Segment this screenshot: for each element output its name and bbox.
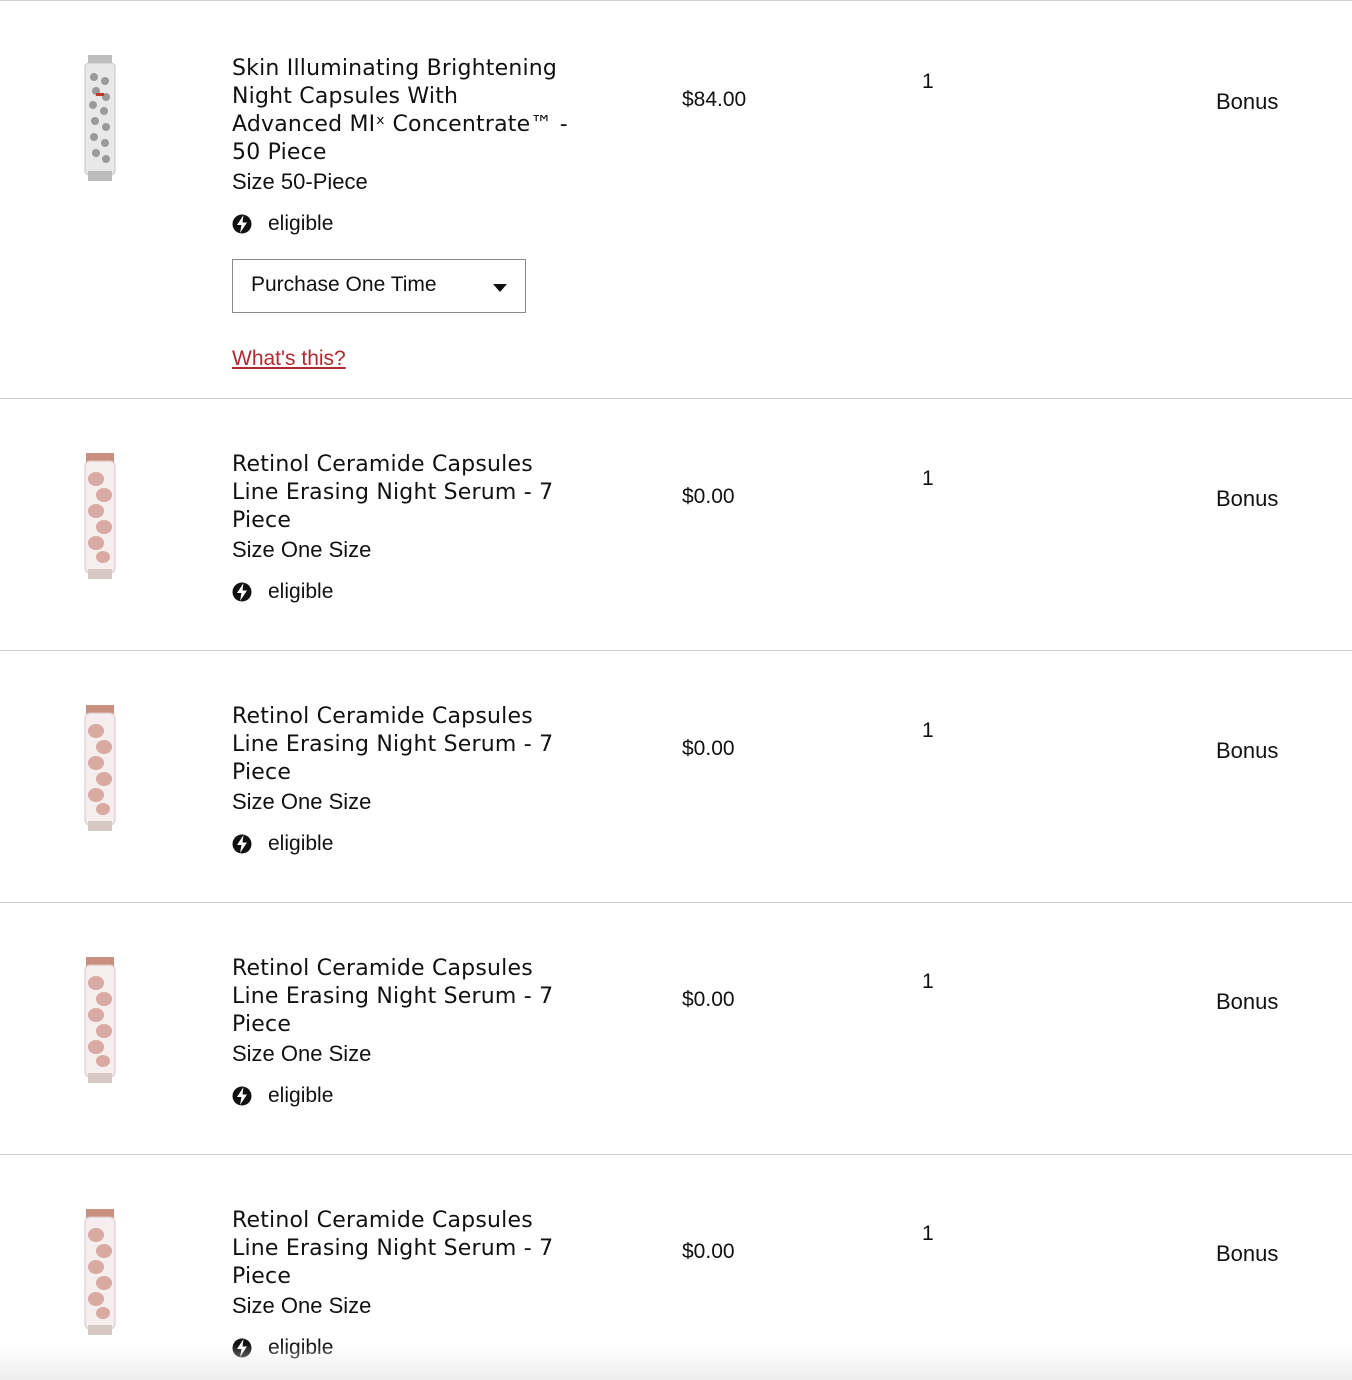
whats-this-link[interactable]: What's this? xyxy=(232,347,346,371)
eligible-label: eligible xyxy=(268,1084,334,1107)
autoship-bolt-icon xyxy=(232,1336,252,1360)
eligible-badge: eligible xyxy=(232,831,632,857)
eligible-label: eligible xyxy=(268,832,334,855)
eligible-label: eligible xyxy=(268,1336,334,1359)
eligible-badge: eligible xyxy=(232,1083,632,1109)
cart-item-row: Skin Illuminating Brightening Night Caps… xyxy=(0,1,1352,399)
purchase-option-select[interactable]: Purchase One Time xyxy=(232,259,526,313)
item-bonus-label: Bonus xyxy=(1216,486,1279,511)
product-name[interactable]: Retinol Ceramide Capsules Line Erasing N… xyxy=(232,1207,632,1291)
product-name-line: Retinol Ceramide Capsules xyxy=(232,956,533,981)
item-quantity[interactable]: 1 xyxy=(922,467,934,491)
item-bonus-label: Bonus xyxy=(1216,1241,1279,1266)
cart-item-row: Retinol Ceramide Capsules Line Erasing N… xyxy=(0,399,1352,651)
autoship-bolt-icon xyxy=(232,212,252,236)
item-bonus-label: Bonus xyxy=(1216,738,1279,763)
product-size: Size One Size xyxy=(232,1293,372,1318)
product-name-line: Line Erasing Night Serum - 7 xyxy=(232,480,554,505)
eligible-label: eligible xyxy=(268,580,334,603)
autoship-bolt-icon xyxy=(232,832,252,856)
product-name[interactable]: Retinol Ceramide Capsules Line Erasing N… xyxy=(232,955,632,1039)
product-name-line: Retinol Ceramide Capsules xyxy=(232,1208,533,1233)
product-thumbnail[interactable] xyxy=(76,53,124,187)
product-name-line: Advanced MIˣ Concentrate™ - xyxy=(232,112,568,137)
product-name[interactable]: Retinol Ceramide Capsules Line Erasing N… xyxy=(232,703,632,787)
product-details: Retinol Ceramide Capsules Line Erasing N… xyxy=(232,1207,632,1361)
product-size: Size One Size xyxy=(232,789,372,814)
product-thumbnail[interactable] xyxy=(76,703,124,837)
product-name-line: Line Erasing Night Serum - 7 xyxy=(232,732,554,757)
item-bonus-label: Bonus xyxy=(1216,89,1279,114)
eligible-badge: eligible xyxy=(232,211,632,237)
item-quantity[interactable]: 1 xyxy=(922,719,934,743)
product-details: Skin Illuminating Brightening Night Caps… xyxy=(232,55,632,371)
eligible-badge: eligible xyxy=(232,579,632,605)
item-bonus-label: Bonus xyxy=(1216,989,1279,1014)
product-name-line: 50 Piece xyxy=(232,140,327,165)
cart-item-row: Retinol Ceramide Capsules Line Erasing N… xyxy=(0,1155,1352,1380)
cart-item-row: Retinol Ceramide Capsules Line Erasing N… xyxy=(0,651,1352,903)
product-thumbnail[interactable] xyxy=(76,1207,124,1341)
item-price: $84.00 xyxy=(682,88,747,111)
product-thumbnail[interactable] xyxy=(76,451,124,585)
product-name-line: Skin Illuminating Brightening xyxy=(232,56,558,81)
product-details: Retinol Ceramide Capsules Line Erasing N… xyxy=(232,703,632,857)
product-name-line: Line Erasing Night Serum - 7 xyxy=(232,1236,554,1261)
product-name-line: Retinol Ceramide Capsules xyxy=(232,704,533,729)
item-price: $0.00 xyxy=(682,485,735,508)
product-details: Retinol Ceramide Capsules Line Erasing N… xyxy=(232,451,632,605)
product-name-line: Piece xyxy=(232,1264,292,1289)
product-size: Size One Size xyxy=(232,1041,372,1066)
product-name-line: Piece xyxy=(232,760,292,785)
item-quantity[interactable]: 1 xyxy=(922,70,934,94)
product-name-line: Piece xyxy=(232,1012,292,1037)
item-quantity[interactable]: 1 xyxy=(922,1222,934,1246)
product-name-line: Retinol Ceramide Capsules xyxy=(232,452,533,477)
item-quantity[interactable]: 1 xyxy=(922,970,934,994)
product-name-line: Piece xyxy=(232,508,292,533)
cart-item-row: Retinol Ceramide Capsules Line Erasing N… xyxy=(0,903,1352,1155)
product-name-line: Line Erasing Night Serum - 7 xyxy=(232,984,554,1009)
product-size: Size One Size xyxy=(232,537,372,562)
product-name[interactable]: Skin Illuminating Brightening Night Caps… xyxy=(232,55,632,167)
item-price: $0.00 xyxy=(682,1240,735,1263)
autoship-bolt-icon xyxy=(232,1084,252,1108)
item-price: $0.00 xyxy=(682,737,735,760)
purchase-option-value: Purchase One Time xyxy=(251,273,437,296)
eligible-label: eligible xyxy=(268,212,334,235)
eligible-badge: eligible xyxy=(232,1335,632,1361)
product-size: Size 50-Piece xyxy=(232,169,368,194)
product-thumbnail[interactable] xyxy=(76,955,124,1089)
item-price: $0.00 xyxy=(682,988,735,1011)
chevron-down-icon xyxy=(493,284,507,292)
cart-item-list: Skin Illuminating Brightening Night Caps… xyxy=(0,0,1352,1380)
product-name[interactable]: Retinol Ceramide Capsules Line Erasing N… xyxy=(232,451,632,535)
product-name-line: Night Capsules With xyxy=(232,84,459,109)
autoship-bolt-icon xyxy=(232,580,252,604)
product-details: Retinol Ceramide Capsules Line Erasing N… xyxy=(232,955,632,1109)
